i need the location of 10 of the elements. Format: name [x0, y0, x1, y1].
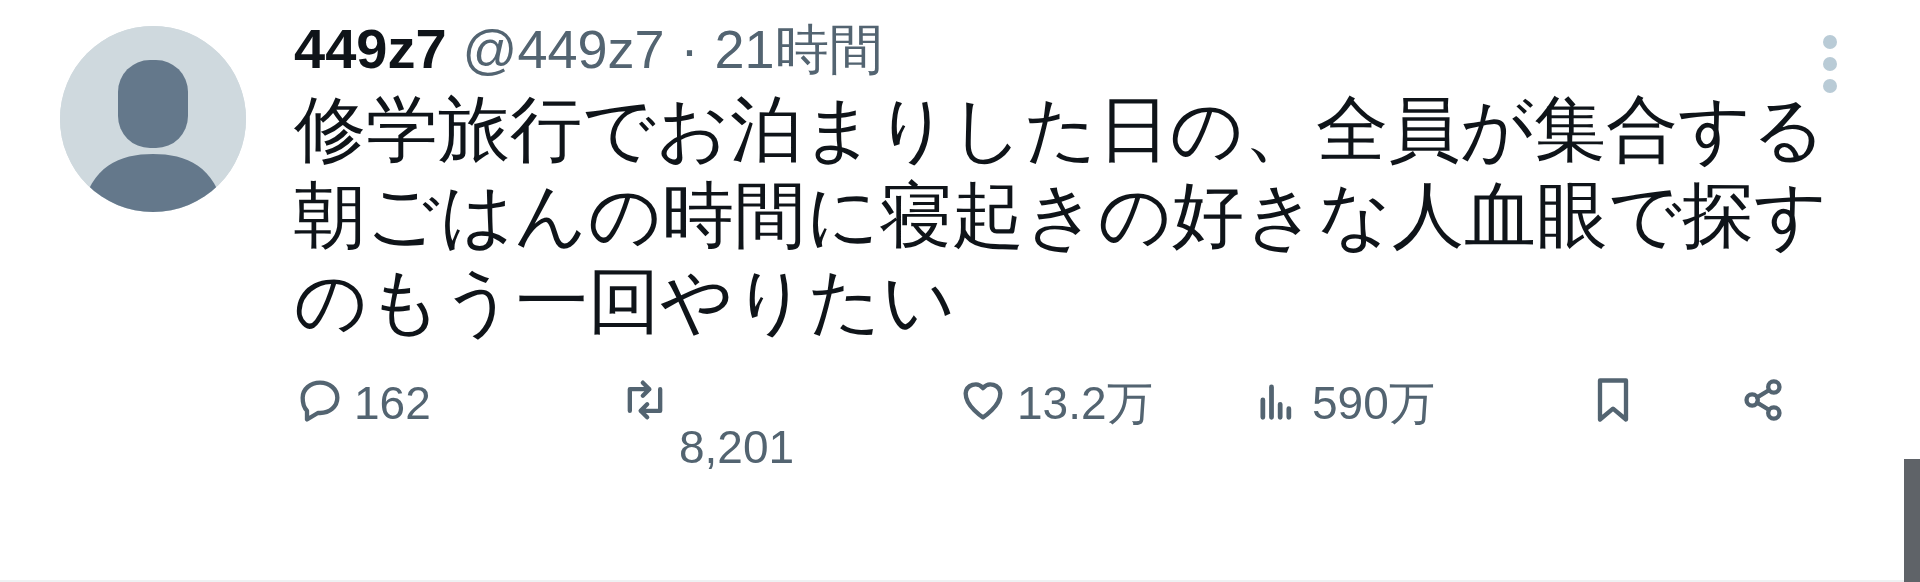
count: 590万: [1312, 379, 1435, 426]
separator: ·: [680, 20, 699, 80]
count: 162: [354, 379, 431, 426]
timestamp[interactable]: 21時間: [714, 20, 883, 80]
display-name[interactable]: 449z7: [294, 18, 447, 80]
count: 13.2万: [1017, 379, 1153, 426]
post-text: 修学旅行でお泊まりした日の、全員が集合する朝ごはんの時間に寝起きの好きな人血眼で探すのもう一回やりたい: [294, 87, 1829, 343]
handle[interactable]: @449z7: [462, 20, 665, 80]
scrollbar[interactable]: [1904, 459, 1920, 582]
count: 8,201: [679, 423, 795, 470]
